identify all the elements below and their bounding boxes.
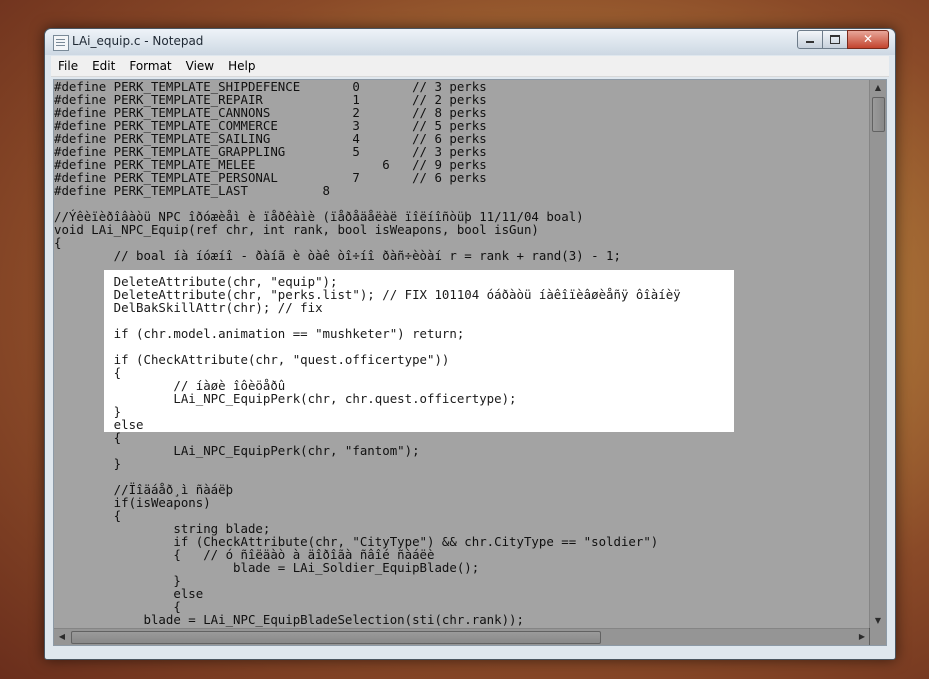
menu-file[interactable]: File: [51, 59, 85, 73]
menu-bar: File Edit Format View Help: [51, 56, 889, 77]
scroll-left-icon[interactable]: ◀: [54, 629, 70, 645]
code-line: void LAi_NPC_Equip(ref chr, int rank, bo…: [54, 222, 539, 237]
close-icon: ✕: [862, 32, 874, 46]
close-button[interactable]: ✕: [847, 30, 889, 49]
code-line: // boal íà íóæíî - ðàíã è òàê òî÷íî ðàñ÷…: [54, 248, 621, 263]
menu-edit[interactable]: Edit: [85, 59, 122, 73]
horizontal-scrollbar[interactable]: ◀ ▶: [54, 628, 870, 645]
scroll-right-icon[interactable]: ▶: [854, 629, 870, 645]
highlighted-code: #define PERK_TEMPLATE_SHIPDEFENCE 0 // 3…: [104, 270, 681, 432]
notepad-window: LAi_equip.c - Notepad ✕ File Edit Format…: [44, 28, 896, 660]
maximize-button[interactable]: [822, 30, 848, 49]
code-line: }: [113, 404, 122, 419]
notepad-icon: [53, 35, 69, 51]
caption-buttons: ✕: [797, 30, 889, 49]
code-line: blade = LAi_NPC_EquipBladeSelection(sti(…: [54, 612, 524, 627]
window-title: LAi_equip.c - Notepad: [72, 34, 204, 48]
code-line: if (chr.model.animation == "mushketer") …: [113, 326, 465, 341]
scroll-down-icon[interactable]: ▼: [870, 613, 886, 629]
code-line: DelBakSkillAttr(chr); // fix: [113, 300, 323, 315]
text-area[interactable]: #define PERK_TEMPLATE_SHIPDEFENCE 0 // 3…: [54, 80, 870, 629]
code-line: else: [113, 417, 144, 432]
scroll-up-icon[interactable]: ▲: [870, 80, 886, 96]
code-line: }: [54, 456, 122, 471]
minimize-button[interactable]: [797, 30, 823, 49]
maximize-icon: [830, 35, 840, 44]
code-line: {: [104, 431, 681, 432]
code-line: if(isWeapons): [54, 495, 211, 510]
minimize-icon: [806, 41, 814, 43]
code-line: if (CheckAttribute(chr, "quest.officerty…: [113, 352, 450, 367]
horizontal-scroll-thumb[interactable]: [71, 631, 601, 644]
code-line: LAi_NPC_EquipPerk(chr, "fantom");: [54, 443, 420, 458]
menu-format[interactable]: Format: [122, 59, 178, 73]
code-line: LAi_NPC_EquipPerk(chr, chr.quest.officer…: [173, 391, 517, 406]
editor: #define PERK_TEMPLATE_SHIPDEFENCE 0 // 3…: [53, 79, 887, 646]
menu-view[interactable]: View: [179, 59, 221, 73]
vertical-scrollbar[interactable]: ▲ ▼: [869, 80, 886, 629]
size-grip[interactable]: [870, 629, 886, 645]
highlighted-region: #define PERK_TEMPLATE_SHIPDEFENCE 0 // 3…: [104, 270, 734, 432]
menu-help[interactable]: Help: [221, 59, 262, 73]
title-bar[interactable]: LAi_equip.c - Notepad ✕: [45, 29, 895, 55]
code-line: #define PERK_TEMPLATE_LAST 8: [54, 183, 331, 198]
vertical-scroll-thumb[interactable]: [872, 97, 885, 132]
